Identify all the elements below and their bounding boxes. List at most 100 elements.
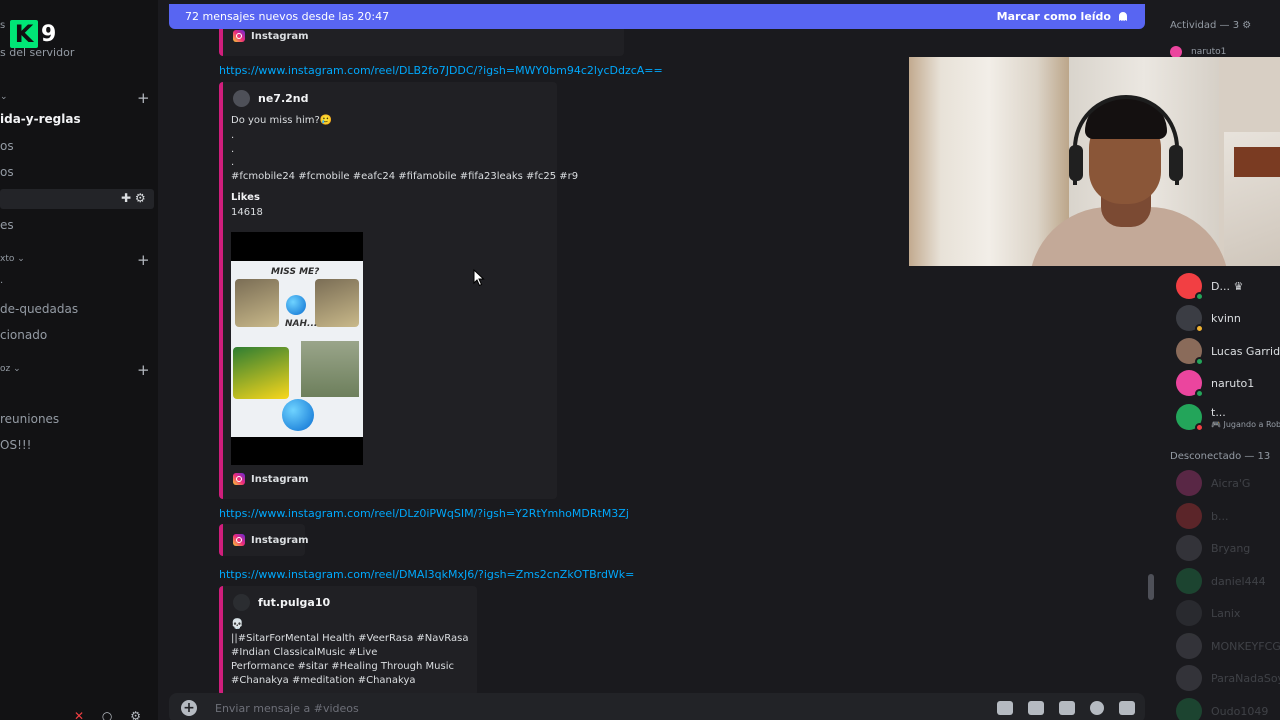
channel-dot: · [0,278,4,289]
offline-header: Desconectado — 13 [1170,451,1271,462]
member-item[interactable]: D... ♛ [1176,273,1244,301]
member-name: ParaNadaSoy [1211,671,1280,685]
embed-description: #Chanakya #meditation #Chanakya [231,675,416,686]
embed-field-value: 14618 [231,207,263,218]
member-item[interactable]: Oudo1049 [1176,698,1268,720]
discord-app: s K 9 s del servidor ⌄ + ida-y-reglas os… [0,0,1280,720]
avatar [1176,470,1202,496]
message-link[interactable]: https://www.instagram.com/reel/DLz0iPWqS… [219,507,629,520]
invite-settings-icons[interactable]: ✚ ⚙ [121,191,146,205]
avatar [1176,600,1202,626]
channel-item[interactable]: es [0,218,14,232]
member-name: b... [1211,509,1229,523]
thumbnail-caption: NAH... [285,319,318,329]
message-input[interactable] [215,701,815,715]
add-channel-icon[interactable]: + [137,91,150,106]
member-item[interactable]: Lanix [1176,600,1240,626]
avatar [1176,338,1204,366]
embed-hashtags: #fcmobile24 #fcmobile #eafc24 #fifamobil… [231,171,579,182]
member-item[interactable]: b... [1176,503,1228,529]
channel-item[interactable]: cionado [0,328,47,342]
gift-icon[interactable] [997,701,1013,715]
avatar [1176,633,1202,659]
new-messages-banner[interactable]: 72 mensajes nuevos desde las 20:47 Marca… [169,4,1145,29]
channel-item[interactable]: reuniones [0,412,59,426]
embed-author[interactable]: ne7.2nd [233,90,308,107]
member-name: Lucas Garrido [1211,344,1280,358]
instagram-icon [233,534,245,546]
embed-description: Performance #sitar #Healing Through Musi… [231,661,454,672]
category-header[interactable]: xto ⌄ [0,254,25,264]
mark-as-read-label: Marcar como leído [996,10,1111,23]
server-logo[interactable]: K 9 [10,19,60,49]
category-chevron[interactable]: ⌄ [0,92,8,102]
chat-scrollbar[interactable] [1148,574,1154,600]
channel-item[interactable]: os [0,139,14,153]
mute-icon[interactable]: ✕ [74,709,84,720]
embed-thumbnail[interactable]: MISS ME? NAH... [231,232,363,465]
add-channel-icon[interactable]: + [137,253,150,268]
webcam-curtain [909,57,1069,266]
message-composer: + [169,693,1145,720]
member-item[interactable]: t... 🎮 Jugando a Roblox [1176,404,1280,432]
avatar [233,90,250,107]
member-item[interactable]: kvinn [1176,305,1241,333]
status-online-icon [1195,357,1204,366]
mark-as-read-button[interactable]: Marcar como leído [997,10,1129,23]
composer-icons [997,701,1135,715]
avatar [1176,698,1202,720]
member-item[interactable]: Aicra'G [1176,470,1250,496]
embed-author[interactable]: fut.pulga10 [233,594,330,611]
sticker-icon[interactable] [1059,701,1075,715]
member-name-text: t... [1211,405,1226,419]
embed-description: 💀 [231,619,244,630]
embed-footer: Instagram [233,30,309,42]
member-name: D... ♛ [1211,279,1244,293]
embed-provider: Instagram [251,30,309,42]
member-item[interactable]: daniel444 [1176,568,1266,594]
channel-item[interactable]: ida-y-reglas [0,112,81,126]
webcam-headset-cup [1069,145,1083,181]
gear-icon[interactable]: ⚙ [130,709,141,720]
member-item[interactable]: ParaNadaSoy [1176,665,1280,691]
app-launcher-icon[interactable] [1119,701,1135,715]
channel-item[interactable]: de-quedadas [0,302,78,316]
message-link[interactable]: https://www.instagram.com/reel/DLB2fo7JD… [219,64,663,77]
category-header[interactable]: oz ⌄ [0,364,21,374]
webcam-overlay [909,57,1280,266]
embed-provider: Instagram [251,473,309,485]
member-item[interactable]: Lucas Garrido [1176,338,1280,366]
server-subtitle: s del servidor [0,46,75,59]
embed-description: Do you miss him?🥲 [231,115,333,126]
embed-footer: Instagram [233,473,309,485]
embed-footer: Instagram [233,534,309,546]
instagram-icon [233,473,245,485]
member-item[interactable]: Bryang [1176,535,1250,561]
avatar [1176,568,1202,594]
status-online-icon [1195,292,1204,301]
emoji-face [286,295,306,315]
add-channel-icon[interactable]: + [137,363,150,378]
channel-item[interactable]: OS!!! [0,438,32,452]
message-link[interactable]: https://www.instagram.com/reel/DMAI3qkMx… [219,568,634,581]
gif-icon[interactable] [1028,701,1044,715]
embed-description: . [231,144,235,155]
match-photo [301,341,359,397]
webcam-headboard [1234,147,1280,177]
headset-icon[interactable]: ○ [102,709,112,720]
attach-plus-button[interactable]: + [181,700,197,716]
new-messages-text: 72 mensajes nuevos desde las 20:47 [185,10,390,23]
member-name: t... 🎮 Jugando a Roblox [1211,406,1280,429]
avatar [1176,404,1204,432]
member-name: Aicra'G [1211,476,1251,490]
channel-item[interactable]: os [0,165,14,179]
member-item[interactable]: MONKEYFCG [1176,633,1280,659]
avatar [1176,370,1204,398]
activity-header: Actividad — 3 ⚙ [1170,20,1252,31]
status-idle-icon [1195,324,1204,333]
thumbnail-image: MISS ME? NAH... [231,261,363,437]
player-card [235,279,279,327]
emoji-icon[interactable] [1090,701,1104,715]
avatar [1176,305,1204,333]
member-item[interactable]: naruto1 [1176,370,1254,398]
